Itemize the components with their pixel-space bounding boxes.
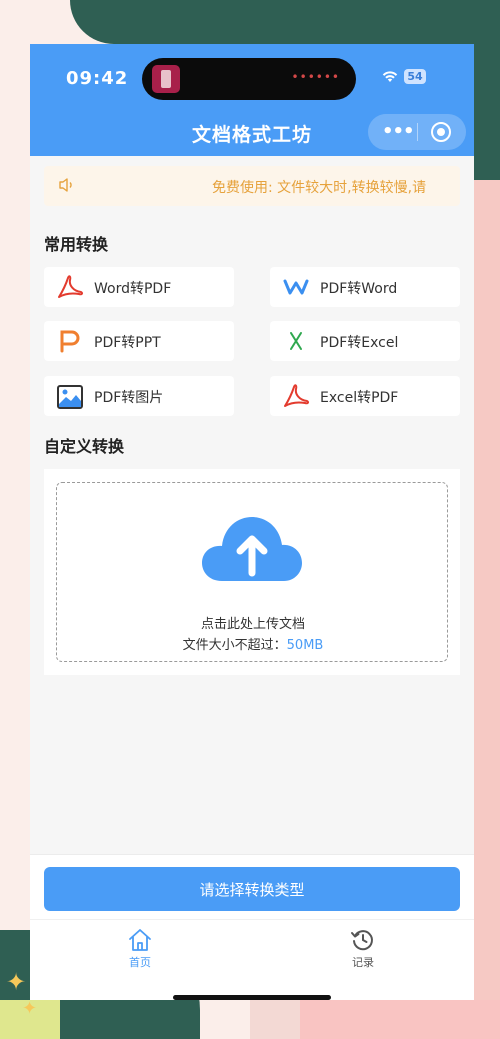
tab-history-label: 记录: [352, 956, 374, 969]
background-shape: [70, 0, 500, 44]
capsule-divider: [417, 123, 418, 141]
select-type-button[interactable]: 请选择转换类型: [44, 867, 460, 911]
sparkle-icon: ✦: [22, 998, 38, 1019]
convert-pdf-to-image-button[interactable]: PDF转图片: [44, 376, 234, 416]
home-indicator: [173, 995, 331, 1000]
ppt-p-icon: [56, 329, 84, 353]
background-shape: [474, 180, 500, 1039]
convert-label: PDF转Excel: [320, 335, 399, 351]
notice-bar: 免费使用: 文件较大时,转换较慢,请: [44, 166, 460, 206]
upload-instruction: 点击此处上传文档: [200, 617, 305, 632]
convert-label: Excel转PDF: [320, 390, 399, 406]
tab-history[interactable]: 记录: [323, 928, 403, 970]
excel-x-icon: [282, 329, 310, 353]
size-limit-label: 文件大小不超过：: [182, 638, 287, 653]
convert-label: PDF转PPT: [94, 335, 161, 351]
dynamic-island: ••••••: [142, 58, 356, 100]
home-icon: [129, 929, 151, 951]
history-icon: [351, 930, 373, 951]
audio-wave-icon: ••••••: [291, 70, 340, 84]
wifi-icon: [380, 68, 400, 89]
convert-pdf-to-word-button[interactable]: PDF转Word: [270, 267, 460, 307]
image-icon: [56, 384, 84, 409]
miniprogram-capsule: •••: [368, 114, 466, 150]
battery-indicator: 54: [404, 69, 426, 84]
music-app-icon: [152, 65, 180, 93]
convert-label: PDF转Word: [320, 281, 398, 297]
close-miniprogram-icon[interactable]: [431, 122, 451, 142]
tab-home-label: 首页: [129, 956, 151, 969]
convert-pdf-to-ppt-button[interactable]: PDF转PPT: [44, 321, 234, 361]
size-limit-value: 50MB: [286, 638, 324, 653]
wps-w-icon: [282, 275, 310, 299]
acrobat-icon: [282, 384, 310, 408]
background-shape: [474, 0, 500, 180]
bottom-bar: 请选择转换类型 首页 记录: [30, 854, 474, 1000]
notice-text: 免费使用: 文件较大时,转换较慢,请: [212, 180, 427, 196]
app-header: 09:42 •••••• 54 文档格式工坊 •••: [30, 44, 474, 156]
upload-size-limit: 文件大小不超过：50MB: [57, 634, 449, 653]
convert-excel-to-pdf-button[interactable]: Excel转PDF: [270, 376, 460, 416]
status-time: 09:42: [66, 68, 129, 89]
convert-label: PDF转图片: [94, 390, 164, 406]
speaker-icon: [58, 176, 76, 198]
section-title-common: 常用转换: [44, 235, 109, 254]
more-icon[interactable]: •••: [382, 121, 415, 142]
upload-dropzone[interactable]: 点击此处上传文档 文件大小不超过：50MB: [56, 482, 448, 662]
sparkle-icon: ✦: [6, 968, 27, 996]
convert-label: Word转PDF: [94, 281, 172, 297]
convert-pdf-to-excel-button[interactable]: PDF转Excel: [270, 321, 460, 361]
cloud-upload-icon: [200, 511, 304, 583]
upload-card: 点击此处上传文档 文件大小不超过：50MB: [44, 469, 460, 675]
section-title-custom: 自定义转换: [44, 437, 125, 456]
background-shape: [300, 1000, 500, 1039]
tab-home[interactable]: 首页: [100, 928, 180, 970]
convert-word-to-pdf-button[interactable]: Word转PDF: [44, 267, 234, 307]
acrobat-icon: [56, 275, 84, 299]
phone-screen: 09:42 •••••• 54 文档格式工坊 ••• 免费使用: 文件较大时,转…: [30, 44, 474, 1000]
tab-bar: 首页 记录: [30, 919, 474, 980]
